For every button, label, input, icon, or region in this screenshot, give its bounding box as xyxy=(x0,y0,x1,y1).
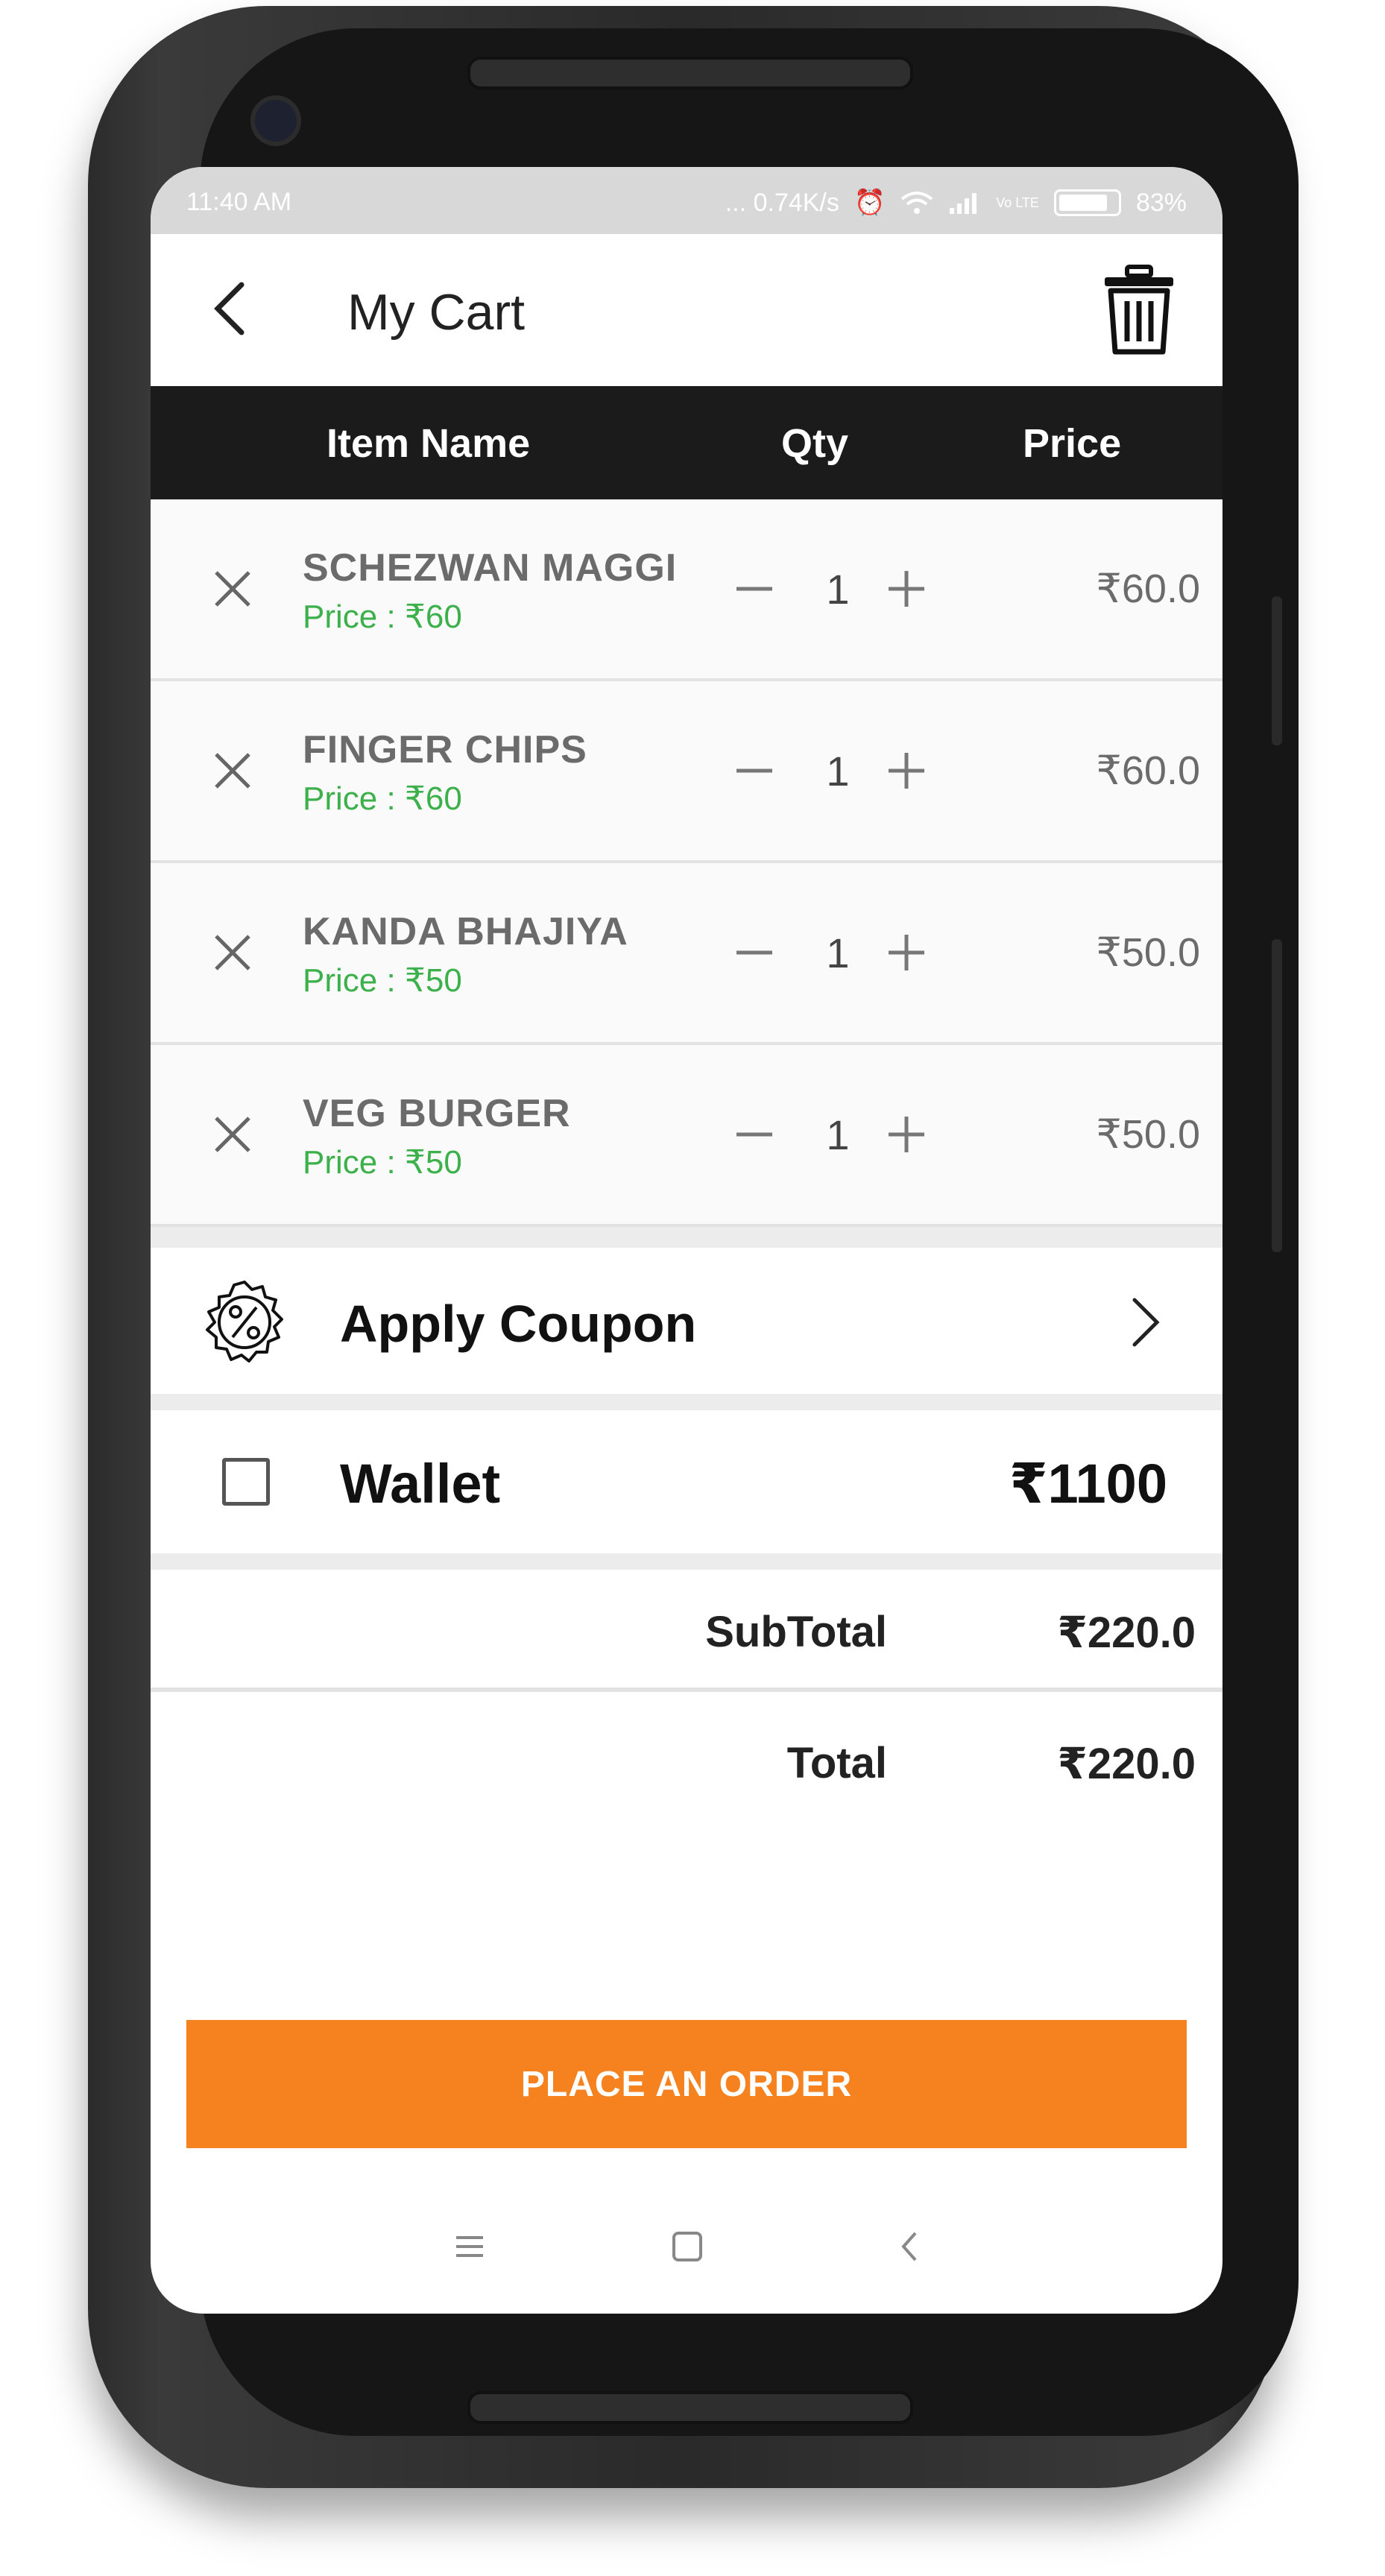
item-unit-price: Price : ₹50 xyxy=(303,1144,462,1181)
power-button xyxy=(1272,939,1282,1252)
discount-badge-icon xyxy=(206,1281,283,1363)
item-total: ₹60.0 xyxy=(1096,566,1200,611)
cart-item-row: KANDA BHAJIYA Price : ₹50 1 ₹50.0 xyxy=(151,863,1222,1045)
volume-button xyxy=(1272,596,1282,745)
place-order-button[interactable]: PLACE AN ORDER xyxy=(186,2020,1187,2148)
clear-cart-button[interactable] xyxy=(1100,264,1178,356)
bottom-speaker xyxy=(467,2391,913,2424)
status-time: 11:40 AM xyxy=(186,188,292,216)
increase-qty-button[interactable] xyxy=(877,923,936,982)
item-total: ₹50.0 xyxy=(1096,930,1200,975)
column-price: Price xyxy=(1023,421,1122,466)
item-unit-price: Price : ₹60 xyxy=(303,780,462,817)
decrease-qty-button[interactable] xyxy=(725,923,784,982)
increase-qty-button[interactable] xyxy=(877,1105,936,1164)
total-label: Total xyxy=(786,1739,887,1787)
item-name: FINGER CHIPS xyxy=(303,728,587,771)
item-qty: 1 xyxy=(826,748,850,795)
remove-item-button[interactable] xyxy=(203,741,262,801)
system-navigation-bar xyxy=(151,2202,1222,2291)
app-bar: My Cart xyxy=(151,234,1222,386)
remove-item-button[interactable] xyxy=(203,923,262,982)
decrease-qty-button[interactable] xyxy=(725,559,784,619)
cart-item-row: FINGER CHIPS Price : ₹60 1 ₹60.0 xyxy=(151,681,1222,863)
status-indicators: ... 0.74K/s ⏰ Vo LTE 83% xyxy=(725,188,1187,218)
item-unit-price: Price : ₹60 xyxy=(303,599,462,635)
item-name: VEG BURGER xyxy=(303,1092,571,1135)
remove-item-button[interactable] xyxy=(203,559,262,619)
trash-icon xyxy=(1105,265,1173,355)
close-icon xyxy=(215,571,250,607)
increase-qty-button[interactable] xyxy=(877,741,936,801)
chevron-right-icon xyxy=(1132,1298,1160,1347)
wallet-label: Wallet xyxy=(340,1453,501,1515)
decrease-qty-button[interactable] xyxy=(725,741,784,801)
menu-icon[interactable] xyxy=(443,2220,496,2273)
section-divider xyxy=(151,1227,1222,1248)
back-nav-icon[interactable] xyxy=(883,2220,936,2273)
chevron-left-icon xyxy=(214,282,244,335)
cart-item-row: VEG BURGER Price : ₹50 1 ₹50.0 xyxy=(151,1045,1222,1227)
item-qty: 1 xyxy=(826,929,850,976)
battery-level: 83% xyxy=(1135,188,1187,217)
network-type: Vo LTE xyxy=(996,195,1039,210)
plus-icon xyxy=(889,753,924,789)
plus-icon xyxy=(889,571,924,607)
minus-icon xyxy=(736,950,772,955)
app-screen: 11:40 AM ... 0.74K/s ⏰ Vo LTE 83% My Car… xyxy=(151,167,1222,2314)
cart-item-row: SCHEZWAN MAGGI Price : ₹60 1 ₹60.0 xyxy=(151,499,1222,681)
close-icon xyxy=(215,935,250,970)
wallet-row: Wallet ₹1100 xyxy=(151,1410,1222,1553)
front-camera xyxy=(250,95,301,146)
decrease-qty-button[interactable] xyxy=(725,1105,784,1164)
item-qty: 1 xyxy=(826,1111,850,1158)
cart-table-header: Item Name Qty Price xyxy=(151,386,1222,499)
item-unit-price: Price : ₹50 xyxy=(303,962,462,999)
section-divider xyxy=(151,1553,1222,1570)
item-name: SCHEZWAN MAGGI xyxy=(303,546,678,590)
status-bar: 11:40 AM ... 0.74K/s ⏰ Vo LTE 83% xyxy=(151,167,1222,234)
close-icon xyxy=(215,753,250,789)
battery-icon xyxy=(1053,189,1121,216)
close-icon xyxy=(215,1117,250,1152)
item-total: ₹50.0 xyxy=(1096,1112,1200,1157)
alarm-icon: ⏰ xyxy=(854,189,886,217)
wallet-balance: ₹1100 xyxy=(1009,1453,1167,1515)
cart-items-list: SCHEZWAN MAGGI Price : ₹60 1 ₹60.0 FINGE… xyxy=(151,499,1222,1227)
item-name: KANDA BHAJIYA xyxy=(303,910,628,953)
plus-icon xyxy=(889,1117,924,1152)
remove-item-button[interactable] xyxy=(203,1105,262,1164)
column-qty: Qty xyxy=(781,421,849,466)
network-speed: ... 0.74K/s xyxy=(725,188,839,217)
minus-icon xyxy=(736,587,772,591)
signal-icon xyxy=(950,193,977,214)
increase-qty-button[interactable] xyxy=(877,559,936,619)
minus-icon xyxy=(736,1132,772,1137)
wallet-checkbox[interactable] xyxy=(222,1458,270,1506)
total-value: ₹220.0 xyxy=(1057,1740,1196,1788)
minus-icon xyxy=(736,768,772,773)
item-qty: 1 xyxy=(826,566,850,613)
apply-coupon-row[interactable]: Apply Coupon xyxy=(151,1248,1222,1394)
earpiece-speaker xyxy=(467,57,913,89)
section-divider xyxy=(151,1394,1222,1410)
subtotal-value: ₹220.0 xyxy=(1057,1609,1196,1657)
apply-coupon-label: Apply Coupon xyxy=(340,1295,697,1353)
subtotal-label: SubTotal xyxy=(705,1608,887,1656)
subtotal-row: SubTotal ₹220.0 xyxy=(151,1570,1222,1692)
page-title: My Cart xyxy=(347,284,525,341)
column-item-name: Item Name xyxy=(326,421,531,466)
back-button[interactable] xyxy=(195,271,270,346)
item-total: ₹60.0 xyxy=(1096,748,1200,793)
home-icon[interactable] xyxy=(660,2220,714,2273)
wifi-icon xyxy=(900,192,933,214)
plus-icon xyxy=(889,935,924,970)
